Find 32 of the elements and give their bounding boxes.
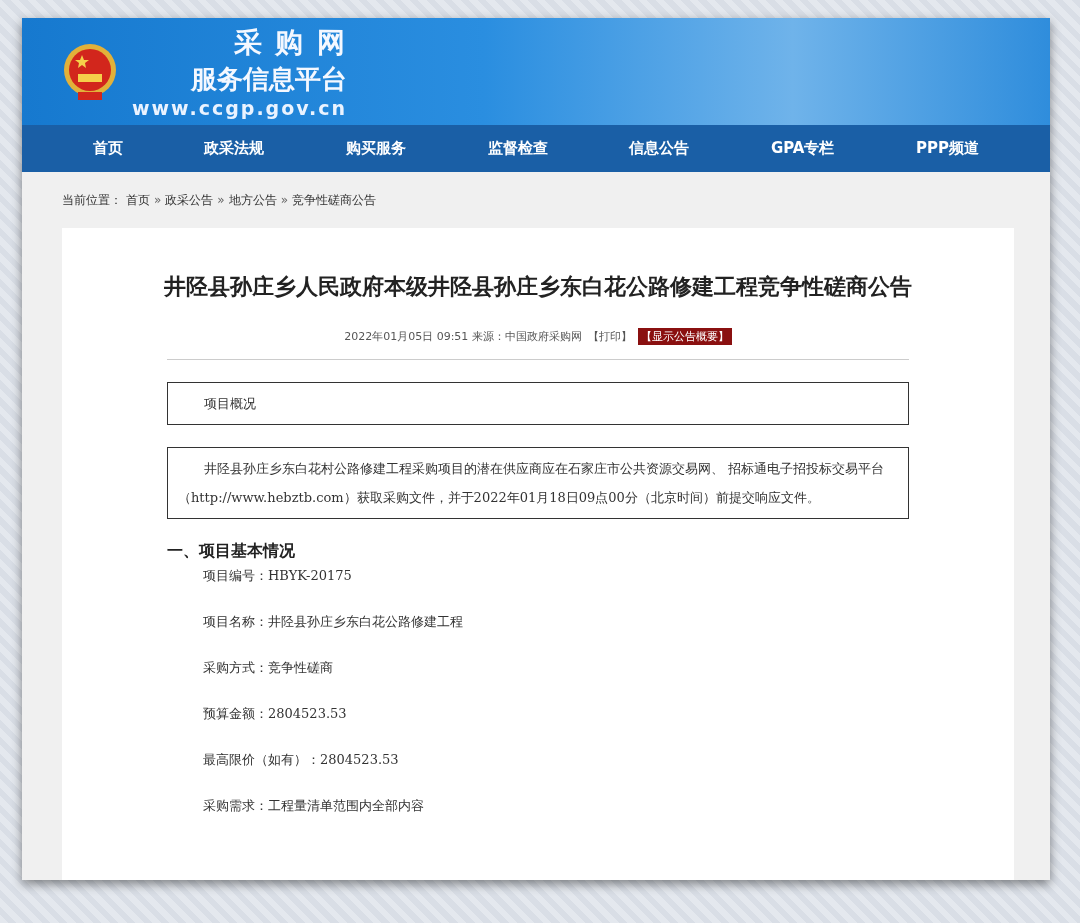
breadcrumb-label: 当前位置： [62,191,122,209]
project-field: 项目名称：井陉县孙庄乡东白花公路修建工程 [167,608,909,654]
project-field: 项目编号：HBYK-20175 [167,562,909,608]
nav-link[interactable]: GPA专栏 [758,133,847,164]
breadcrumb-separator: » [217,193,225,207]
project-field: 预算金额：2804523.53 [167,700,909,746]
article-title: 井陉县孙庄乡人民政府本级井陉县孙庄乡东白花公路修建工程竞争性磋商公告 [164,273,912,301]
nav-link[interactable]: 购买服务 [334,133,419,164]
section-heading: 一、项目基本情况 [167,541,296,562]
nav-link[interactable]: 信息公告 [617,133,702,164]
site-name: 采 购 网 [233,25,348,61]
site-url: www.ccgp.gov.cn [132,97,348,119]
nav-link[interactable]: 监督检查 [475,133,560,164]
breadcrumb-separator: » [154,193,162,207]
breadcrumb-link[interactable]: 竞争性磋商公告 [292,191,377,209]
show-summary-button[interactable]: 【显示公告概要】 [637,328,732,345]
nav-link[interactable]: PPP频道 [904,133,992,164]
project-field: 采购方式：竞争性磋商 [167,654,909,700]
overview-heading: 项目概况 [203,396,256,411]
article-meta: 2022年01月05日 09:51 来源：中国政府采购网 [344,329,582,344]
nav-link[interactable]: 首页 [80,133,135,164]
national-emblem-icon [62,41,118,102]
project-field: 采购需求：工程量清单范围内全部内容 [167,792,909,820]
nav-link[interactable]: 政采法规 [192,133,277,164]
breadcrumb-link[interactable]: 首页 [126,191,150,209]
project-field: 最高限价（如有）：2804523.53 [167,746,909,792]
breadcrumb-link[interactable]: 政采公告 [165,191,214,209]
breadcrumb-link[interactable]: 地方公告 [228,191,277,209]
site-subtitle: 服务信息平台 [191,63,348,96]
print-link[interactable]: 【打印】 [587,329,632,344]
breadcrumb-separator: » [280,193,289,207]
overview-text: 井陉县孙庄乡东白花村公路修建工程采购项目的潜在供应商应在石家庄市公共资源交易网、 招标通电子招投标交易平台（http://www.hebztb.com）获取采购文件，并于2022年01月18日09点00分（北京时间）前提交响应文件。 [178,460,886,507]
